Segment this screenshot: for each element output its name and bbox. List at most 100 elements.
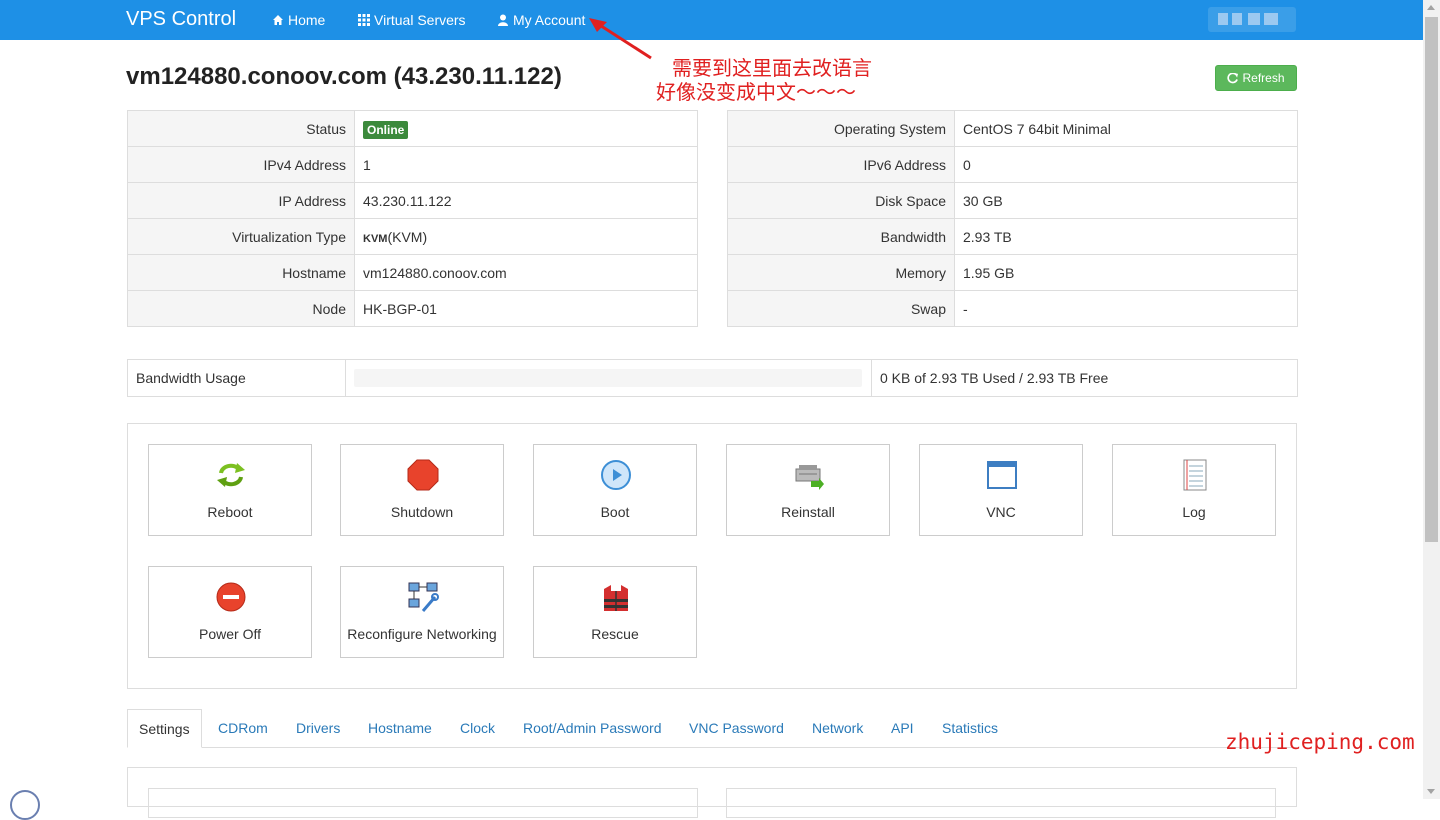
- user-menu[interactable]: [1208, 7, 1296, 32]
- vnc-button[interactable]: VNC: [919, 444, 1083, 536]
- info-value: 0: [954, 146, 1298, 183]
- scrollbar-thumb[interactable]: [1425, 17, 1438, 542]
- tab-clock[interactable]: Clock: [460, 709, 495, 747]
- rescue-button[interactable]: Rescue: [533, 566, 697, 658]
- status-badge: Online: [363, 120, 409, 139]
- home-icon: [273, 15, 283, 25]
- boot-icon: [601, 460, 631, 490]
- table-row: IPv4 Address 1: [127, 146, 698, 183]
- nav-home-label: Home: [288, 12, 326, 28]
- tab-settings[interactable]: Settings: [127, 709, 202, 748]
- info-value: HK-BGP-01: [354, 290, 698, 327]
- action-label: Boot: [600, 504, 630, 520]
- info-label: Virtualization Type: [127, 218, 355, 255]
- network-icon: [408, 582, 439, 612]
- info-label: Node: [127, 290, 355, 327]
- vnc-icon: [987, 461, 1017, 489]
- annotation-arrow-icon: [589, 18, 652, 60]
- table-row: Swap -: [727, 290, 1298, 327]
- info-value: 30 GB: [954, 182, 1298, 219]
- tab-statistics[interactable]: Statistics: [942, 709, 998, 747]
- shutdown-icon: [407, 459, 439, 491]
- info-label: IP Address: [127, 182, 355, 219]
- tab-network[interactable]: Network: [812, 709, 863, 747]
- info-label: Status: [127, 110, 355, 147]
- action-label: Reinstall: [781, 504, 835, 520]
- table-row: Memory 1.95 GB: [727, 254, 1298, 291]
- settings-box-right: [726, 788, 1276, 818]
- info-label: Swap: [727, 290, 955, 327]
- info-value: 43.230.11.122: [354, 182, 698, 219]
- info-label: Hostname: [127, 254, 355, 291]
- server-info-table-left: Status Online IPv4 Address 1 IP Address …: [127, 110, 698, 327]
- tab-root-admin-password[interactable]: Root/Admin Password: [523, 709, 662, 747]
- info-value: KVM(KVM): [354, 218, 698, 255]
- action-label: Log: [1182, 504, 1206, 520]
- virtualization-value: (KVM): [387, 228, 428, 245]
- tab-drivers[interactable]: Drivers: [296, 709, 340, 747]
- scroll-down-arrow[interactable]: [1427, 789, 1435, 794]
- table-row: Hostname vm124880.conoov.com: [127, 254, 698, 291]
- tab-api[interactable]: API: [891, 709, 914, 747]
- shutdown-button[interactable]: Shutdown: [340, 444, 504, 536]
- table-row: Virtualization Type KVM(KVM): [127, 218, 698, 255]
- action-label: VNC: [986, 504, 1016, 520]
- action-label: Rescue: [591, 626, 639, 642]
- power-off-icon: [216, 582, 246, 612]
- bandwidth-label: Bandwidth Usage: [127, 359, 346, 397]
- info-label: Bandwidth: [727, 218, 955, 255]
- brand-logo[interactable]: VPS Control: [126, 8, 236, 31]
- info-label: Disk Space: [727, 182, 955, 219]
- table-row: Bandwidth 2.93 TB: [727, 218, 1298, 255]
- nav-virtual-servers-link[interactable]: Virtual Servers: [358, 12, 466, 28]
- grid-icon: [358, 14, 370, 26]
- reconfigure-networking-button[interactable]: Reconfigure Networking: [340, 566, 504, 658]
- boot-button[interactable]: Boot: [533, 444, 697, 536]
- bandwidth-progress-bar: [354, 369, 862, 387]
- top-navbar: VPS Control Home Virtual Servers My Acco…: [0, 0, 1423, 40]
- info-value: 1.95 GB: [954, 254, 1298, 291]
- action-label: Power Off: [199, 626, 261, 642]
- log-icon: [1183, 459, 1207, 491]
- tab-vnc-password[interactable]: VNC Password: [689, 709, 784, 747]
- reboot-icon: [217, 463, 245, 487]
- info-label: Operating System: [727, 110, 955, 147]
- reboot-button[interactable]: Reboot: [148, 444, 312, 536]
- settings-tabs: Settings CDRom Drivers Hostname Clock Ro…: [127, 709, 1297, 748]
- table-row: Status Online: [127, 110, 698, 147]
- corner-widget[interactable]: [10, 790, 40, 820]
- nav-my-account-link[interactable]: My Account: [497, 12, 585, 28]
- bandwidth-summary: 0 KB of 2.93 TB Used / 2.93 TB Free: [871, 359, 1298, 397]
- reinstall-icon: [795, 465, 824, 490]
- refresh-icon: [1227, 72, 1239, 83]
- table-row: Disk Space 30 GB: [727, 182, 1298, 219]
- info-label: IPv6 Address: [727, 146, 955, 183]
- action-label: Shutdown: [390, 504, 454, 520]
- refresh-button[interactable]: Refresh: [1215, 65, 1297, 91]
- info-value: 2.93 TB: [954, 218, 1298, 255]
- log-button[interactable]: Log: [1112, 444, 1276, 536]
- table-row: IPv6 Address 0: [727, 146, 1298, 183]
- reinstall-button[interactable]: Reinstall: [726, 444, 890, 536]
- settings-box-left: [148, 788, 698, 818]
- annotation-line-1: 需要到这里面去改语言: [672, 58, 872, 80]
- rescue-icon: [604, 585, 628, 611]
- nav-virtual-servers-label: Virtual Servers: [374, 12, 466, 28]
- scroll-up-arrow[interactable]: [1427, 5, 1435, 10]
- annotation-line-2: 好像没变成中文～～～: [656, 82, 856, 104]
- nav-home-link[interactable]: Home: [272, 12, 325, 28]
- tab-hostname[interactable]: Hostname: [368, 709, 432, 747]
- table-row: Bandwidth Usage 0 KB of 2.93 TB Used / 2…: [127, 359, 1298, 397]
- settings-panel: [127, 767, 1297, 818]
- power-off-button[interactable]: Power Off: [148, 566, 312, 658]
- action-label: Reboot: [207, 504, 253, 520]
- info-label: Memory: [727, 254, 955, 291]
- info-value: vm124880.conoov.com: [354, 254, 698, 291]
- table-row: Node HK-BGP-01: [127, 290, 698, 327]
- page-scrollbar[interactable]: [1423, 0, 1440, 799]
- action-label: Reconfigure Networking: [347, 626, 497, 642]
- table-row: IP Address 43.230.11.122: [127, 182, 698, 219]
- server-actions-panel: Reboot Shutdown Boot Reinstall VNC Log P…: [127, 423, 1297, 689]
- tab-cdrom[interactable]: CDRom: [218, 709, 268, 747]
- server-info-table-right: Operating System CentOS 7 64bit Minimal …: [727, 110, 1298, 327]
